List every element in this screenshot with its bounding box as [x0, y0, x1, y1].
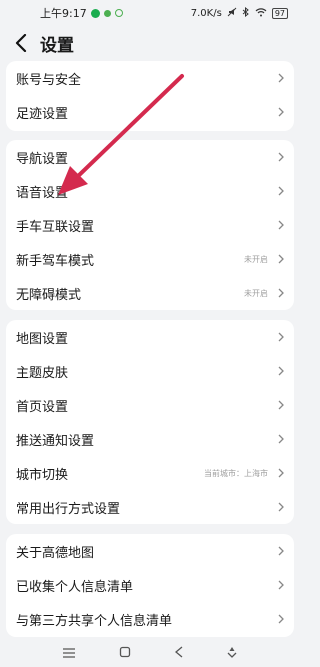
- row-label: 地图设置: [16, 331, 69, 347]
- settings-row-city-switch[interactable]: 城市切换 当前城市：上海市: [6, 456, 294, 490]
- settings-group-account: 账号与安全 足迹设置: [6, 61, 294, 131]
- wifi-icon: [255, 7, 267, 20]
- row-label: 常用出行方式设置: [16, 501, 121, 517]
- row-label: 足迹设置: [16, 106, 69, 122]
- chevron-right-icon: [274, 331, 284, 343]
- circle-notification-icon: [114, 9, 123, 17]
- network-speed: 7.0K/s: [190, 7, 222, 19]
- assist-icon[interactable]: [226, 643, 238, 662]
- settings-row-voice[interactable]: 语音设置: [6, 174, 294, 208]
- app-notification-icon: [90, 8, 100, 18]
- chevron-right-icon: [274, 433, 284, 445]
- settings-row-map[interactable]: 地图设置: [6, 320, 294, 354]
- settings-row-theme[interactable]: 主题皮肤: [6, 354, 294, 388]
- chevron-right-icon: [274, 151, 284, 163]
- settings-row-account-security[interactable]: 账号与安全: [6, 61, 294, 95]
- settings-row-novice-mode[interactable]: 新手驾车模式 未开启: [6, 242, 294, 276]
- status-left: 上午9:17: [40, 5, 123, 21]
- settings-row-third-party-info[interactable]: 与第三方共享个人信息清单: [6, 602, 294, 636]
- row-label: 已收集个人信息清单: [16, 579, 134, 595]
- settings-row-car-connect[interactable]: 手车互联设置: [6, 208, 294, 242]
- settings-row-navigation[interactable]: 导航设置: [6, 140, 294, 174]
- row-label: 首页设置: [16, 399, 69, 415]
- row-status: 未开启: [244, 254, 268, 264]
- header: 设置: [0, 28, 300, 58]
- page-title: 设置: [40, 35, 74, 56]
- wechat-icon: [103, 9, 111, 17]
- settings-group-navigation: 导航设置 语音设置 手车互联设置 新手驾车模式 未开启 无障碍模式 未开启: [6, 140, 294, 310]
- settings-row-about[interactable]: 关于高德地图: [6, 534, 294, 568]
- row-label: 手车互联设置: [16, 219, 95, 235]
- chevron-right-icon: [274, 253, 284, 265]
- chevron-right-icon: [274, 72, 284, 84]
- chevron-right-icon: [274, 545, 284, 557]
- row-label: 无障碍模式: [16, 287, 82, 303]
- row-label: 新手驾车模式: [16, 253, 95, 269]
- settings-row-footprint[interactable]: 足迹设置: [6, 95, 294, 129]
- settings-row-push-notification[interactable]: 推送通知设置: [6, 422, 294, 456]
- battery-icon: 97: [271, 7, 288, 19]
- row-label: 与第三方共享个人信息清单: [16, 613, 173, 629]
- chevron-right-icon: [274, 287, 284, 299]
- row-label: 语音设置: [16, 185, 69, 201]
- chevron-right-icon: [274, 399, 284, 411]
- row-label: 城市切换: [16, 467, 69, 483]
- menu-icon[interactable]: [62, 643, 76, 662]
- chevron-right-icon: [274, 106, 284, 118]
- settings-group-display: 地图设置 主题皮肤 首页设置 推送通知设置 城市切换 当前城市：上海市 常用出行…: [6, 320, 294, 524]
- back-icon[interactable]: [10, 32, 32, 54]
- row-label: 导航设置: [16, 151, 69, 167]
- row-label: 主题皮肤: [16, 365, 69, 381]
- status-right: 7.0K/s 97: [190, 6, 288, 20]
- chevron-right-icon: [274, 219, 284, 231]
- row-status: 当前城市：上海市: [204, 468, 268, 478]
- row-label: 账号与安全: [16, 72, 82, 88]
- row-label: 推送通知设置: [16, 433, 95, 449]
- chevron-right-icon: [274, 501, 284, 513]
- settings-row-travel-mode[interactable]: 常用出行方式设置: [6, 490, 294, 524]
- chevron-right-icon: [274, 613, 284, 625]
- home-icon[interactable]: [119, 643, 131, 662]
- chevron-right-icon: [274, 185, 284, 197]
- status-time: 上午9:17: [40, 7, 87, 20]
- row-label: 关于高德地图: [16, 545, 95, 561]
- mute-icon: [227, 7, 237, 20]
- settings-row-collected-info[interactable]: 已收集个人信息清单: [6, 568, 294, 602]
- chevron-right-icon: [274, 467, 284, 479]
- bluetooth-icon: [242, 6, 250, 20]
- nav-back-icon[interactable]: [174, 643, 183, 662]
- row-status: 未开启: [244, 288, 268, 298]
- chevron-right-icon: [274, 365, 284, 377]
- settings-group-about: 关于高德地图 已收集个人信息清单 与第三方共享个人信息清单: [6, 534, 294, 637]
- settings-row-accessibility[interactable]: 无障碍模式 未开启: [6, 276, 294, 310]
- system-nav-bar: [0, 637, 300, 667]
- chevron-right-icon: [274, 579, 284, 591]
- status-bar: 上午9:17 7.0K/s 97: [0, 0, 300, 26]
- settings-row-homepage[interactable]: 首页设置: [6, 388, 294, 422]
